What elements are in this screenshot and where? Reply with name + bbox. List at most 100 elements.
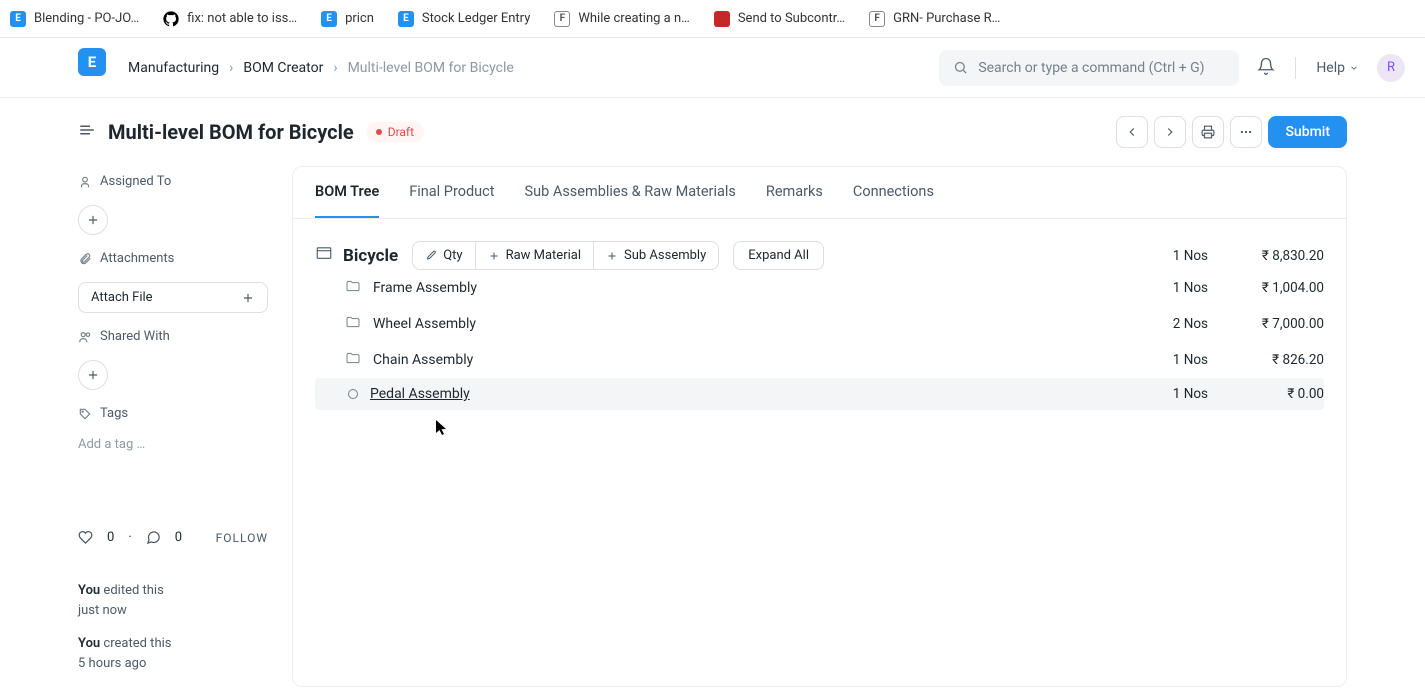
dot-separator: · [128, 530, 131, 545]
tree-item-name: Pedal Assembly [370, 386, 470, 402]
timeline-edited-time: just now [78, 603, 127, 618]
print-button[interactable] [1192, 116, 1224, 148]
tab-label: Stock Ledger Entry [422, 11, 530, 26]
tree-root-row: Bicycle Qty Raw Material Sub Assembly Ex… [315, 241, 1324, 270]
qty-label: Qty [443, 248, 462, 263]
more-menu-button[interactable] [1230, 116, 1262, 148]
timeline-created: You created this5 hours ago [78, 634, 268, 673]
help-label: Help [1316, 60, 1345, 76]
browser-tab[interactable]: EStock Ledger Entry [398, 11, 530, 27]
timeline-you: You [78, 583, 100, 598]
status-badge: Draft [366, 122, 424, 142]
tab-favicon-icon: F [554, 11, 570, 27]
attachments-label: Attachments [78, 251, 268, 266]
heart-icon[interactable] [78, 530, 93, 545]
qty-button[interactable]: Qty [413, 242, 475, 269]
tabs: BOM Tree Final Product Sub Assemblies & … [293, 167, 1346, 219]
search-input[interactable]: Search or type a command (Ctrl + G) [939, 50, 1239, 86]
tab-label: While creating a n… [578, 11, 689, 26]
tree-item-values: 1 Nos₹ 1,004.00 [1160, 280, 1324, 296]
breadcrumb-bom-creator[interactable]: BOM Creator [243, 60, 323, 76]
add-share-button[interactable] [78, 360, 108, 390]
users-icon [78, 330, 92, 344]
browser-tab[interactable]: Epricn [321, 11, 374, 27]
next-button[interactable] [1154, 116, 1186, 148]
pencil-icon [425, 250, 437, 262]
tree-item-qty: 1 Nos [1160, 352, 1208, 368]
tab-connections[interactable]: Connections [853, 167, 934, 218]
add-tag-input[interactable]: Add a tag … [78, 437, 268, 452]
chevron-right-icon: › [333, 60, 337, 76]
tab-favicon-icon [163, 11, 179, 27]
tree-item-qty: 1 Nos [1160, 386, 1208, 402]
browser-tabs-bar: E Blending - PO-JO… fix: not able to iss… E… [0, 0, 1425, 38]
tree-item[interactable]: Chain Assembly1 Nos₹ 826.20 [315, 342, 1324, 378]
browser-tab[interactable]: F GRN- Purchase R… [869, 11, 1000, 27]
attachments-text: Attachments [100, 251, 174, 266]
browser-tab[interactable]: fix: not able to iss… [163, 11, 297, 27]
tree-item-values: 1 Nos ₹ 826.20 [1160, 352, 1324, 368]
tab-favicon-icon: E [10, 11, 26, 27]
browser-tab[interactable]: F While creating a n… [554, 11, 689, 27]
shared-with-label: Shared With [78, 329, 268, 344]
tree-item[interactable]: Wheel Assembly2 Nos₹ 7,000.00 [315, 306, 1324, 342]
tab-label: Blending - PO-JO… [34, 11, 139, 26]
tree-item-amount: ₹ 0.00 [1244, 386, 1324, 402]
tab-sub-assemblies[interactable]: Sub Assemblies & Raw Materials [525, 167, 736, 218]
comment-count: 0 [175, 530, 182, 545]
browser-tab[interactable]: Send to Subcontr… [714, 11, 845, 27]
sub-assembly-button[interactable]: Sub Assembly [594, 242, 718, 269]
sidebar-toggle-icon[interactable] [78, 121, 96, 143]
breadcrumb-manufacturing[interactable]: Manufacturing [128, 60, 219, 76]
raw-material-label: Raw Material [506, 248, 581, 263]
add-assignee-button[interactable] [78, 205, 108, 235]
bom-tree: Bicycle Qty Raw Material Sub Assembly Ex… [293, 219, 1346, 432]
attach-file-button[interactable]: Attach File [78, 282, 268, 313]
prev-button[interactable] [1116, 116, 1148, 148]
folder-icon [345, 350, 361, 370]
tab-label: pricn [345, 11, 374, 26]
help-dropdown[interactable]: Help [1316, 60, 1359, 76]
comment-icon[interactable] [146, 530, 161, 545]
timeline: You edited thisjust now You created this… [78, 581, 268, 687]
tag-icon [78, 407, 92, 421]
tree-item[interactable]: Frame Assembly 1 Nos₹ 1,004.00 [315, 270, 1324, 306]
expand-all-button[interactable]: Expand All [733, 241, 824, 270]
status-text: Draft [388, 125, 414, 139]
tab-favicon-icon: E [321, 11, 337, 27]
tab-label: fix: not able to iss… [187, 11, 297, 26]
folder-icon [345, 314, 361, 334]
tab-favicon-icon [714, 11, 730, 27]
tab-favicon-icon: F [869, 11, 885, 27]
breadcrumb: Manufacturing › BOM Creator › Multi-leve… [128, 60, 514, 76]
app-logo[interactable]: E [78, 48, 106, 76]
root-qty: 1 Nos [1160, 248, 1208, 264]
notification-bell-icon[interactable] [1257, 57, 1275, 79]
avatar[interactable]: R [1377, 54, 1405, 82]
tree-item-qty: 2 Nos [1160, 316, 1208, 332]
raw-material-button[interactable]: Raw Material [476, 242, 594, 269]
breadcrumb-current: Multi-level BOM for Bicycle [348, 60, 514, 76]
root-amount: ₹ 8,830.20 [1244, 248, 1324, 264]
follow-button[interactable]: FOLLOW [216, 531, 268, 545]
sub-assembly-label: Sub Assembly [624, 248, 706, 263]
tab-remarks[interactable]: Remarks [766, 167, 823, 218]
tree-item-name: Frame Assembly [373, 280, 477, 296]
timeline-created-time: 5 hours ago [78, 656, 146, 671]
browser-tab[interactable]: E Blending - PO-JO… [10, 11, 139, 27]
navbar: E Manufacturing › BOM Creator › Multi-le… [0, 38, 1425, 98]
tab-final-product[interactable]: Final Product [409, 167, 494, 218]
root-item[interactable]: Bicycle [315, 244, 398, 267]
page-header: Multi-level BOM for Bicycle Draft Submit [0, 98, 1425, 166]
social-row: 0 · 0 FOLLOW [78, 480, 268, 545]
page-title: Multi-level BOM for Bicycle [108, 120, 354, 144]
tab-bom-tree[interactable]: BOM Tree [315, 167, 379, 218]
tab-label: GRN- Purchase R… [893, 11, 1000, 26]
chevron-down-icon [1349, 63, 1359, 73]
timeline-you: You [78, 636, 100, 651]
submit-button[interactable]: Submit [1268, 116, 1347, 148]
tree-item[interactable]: Pedal Assembly 1 Nos ₹ 0.00 [315, 378, 1324, 410]
plus-icon [488, 250, 500, 262]
tree-item-amount: ₹ 826.20 [1244, 352, 1324, 368]
tree-item-values: 1 Nos ₹ 0.00 [1160, 386, 1324, 402]
